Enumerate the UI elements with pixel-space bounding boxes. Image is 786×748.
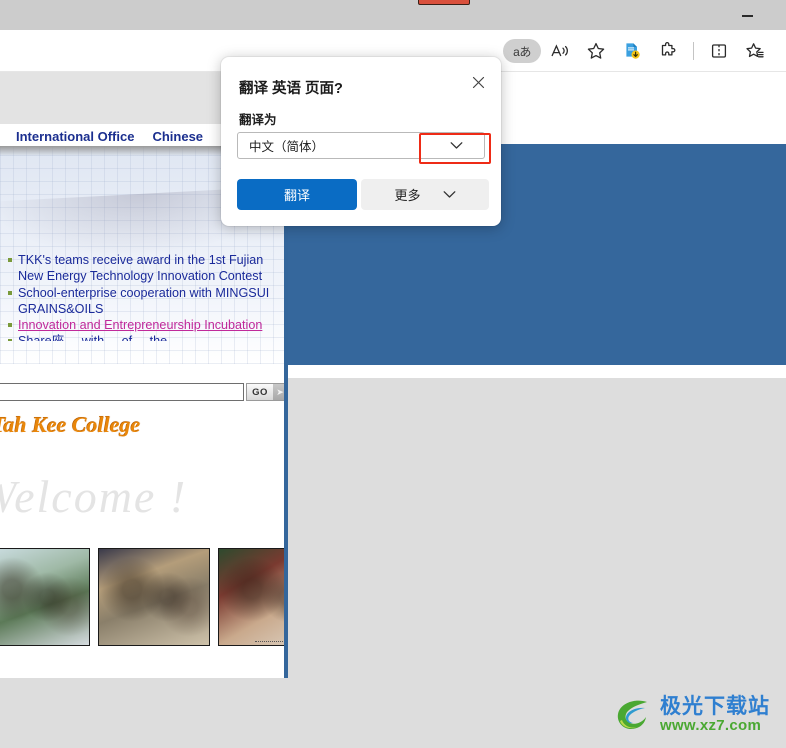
window-minimize-button[interactable] — [736, 8, 758, 24]
site-watermark: 极光下载站 www.xz7.com — [614, 696, 770, 734]
translate-button[interactable]: 翻译 — [237, 179, 357, 210]
news-item[interactable]: Share座 ... with ... of ... the — [6, 333, 288, 342]
watermark-brand: 极光下载站 — [660, 695, 770, 719]
toolbar-separator — [693, 42, 694, 60]
more-button[interactable]: 更多 — [361, 179, 489, 210]
toolbar-actions: aあ — [503, 30, 772, 72]
desktop-background-bottom — [0, 678, 288, 748]
photo-gallery — [0, 548, 288, 646]
go-button[interactable]: GO ➤ — [246, 383, 288, 401]
read-aloud-icon[interactable] — [543, 36, 577, 66]
translate-icon[interactable]: aあ — [503, 39, 541, 63]
desktop-background-right — [288, 378, 786, 748]
gallery-divider — [255, 640, 285, 642]
favorite-star-icon[interactable] — [579, 36, 613, 66]
collections-icon[interactable] — [738, 36, 772, 66]
welcome-watermark-text: Welcome ! — [0, 471, 188, 522]
news-list: TKK's teams receive award in the 1st Fuj… — [6, 252, 288, 342]
news-item[interactable]: TKK's teams receive award in the 1st Fuj… — [6, 252, 288, 285]
gallery-photo[interactable] — [218, 548, 288, 646]
dialog-sub-label: 翻译为 — [239, 113, 277, 127]
downloads-icon[interactable] — [615, 36, 649, 66]
watermark-url: www.xz7.com — [660, 717, 762, 735]
nav-item-international-office[interactable]: International Office — [16, 129, 134, 144]
watermark-text: 极光下载站 www.xz7.com — [660, 696, 770, 734]
language-select-value: 中文（简体） — [249, 140, 325, 154]
language-select[interactable]: 中文（简体） — [237, 132, 485, 159]
nav-item-chinese[interactable]: Chinese — [152, 129, 203, 144]
gallery-photo[interactable] — [0, 548, 90, 646]
go-button-label: GO — [252, 386, 268, 398]
split-screen-icon[interactable] — [702, 36, 736, 66]
screenshot-root: aあ International Office Chinese TKK's te… — [0, 0, 786, 748]
chevron-down-icon — [428, 141, 484, 150]
red-tab-indicator[interactable] — [418, 0, 470, 5]
news-item[interactable]: Innovation and Entrepreneurship Incubati… — [6, 317, 288, 333]
gallery-photo[interactable] — [98, 548, 210, 646]
search-input[interactable] — [0, 383, 244, 401]
page-right-whitespace-bottom — [288, 365, 786, 378]
college-logo-text: Tah Kee College — [0, 412, 141, 437]
news-item[interactable]: School-enterprise cooperation with MINGS… — [6, 285, 288, 318]
watermark-logo-icon — [617, 700, 647, 729]
dialog-title: 翻译 英语 页面? — [239, 81, 343, 97]
window-titlebar — [0, 0, 786, 30]
extensions-puzzle-icon[interactable] — [651, 36, 685, 66]
close-icon[interactable] — [465, 69, 491, 95]
more-button-label: 更多 — [394, 188, 421, 203]
chevron-down-icon — [443, 190, 456, 199]
